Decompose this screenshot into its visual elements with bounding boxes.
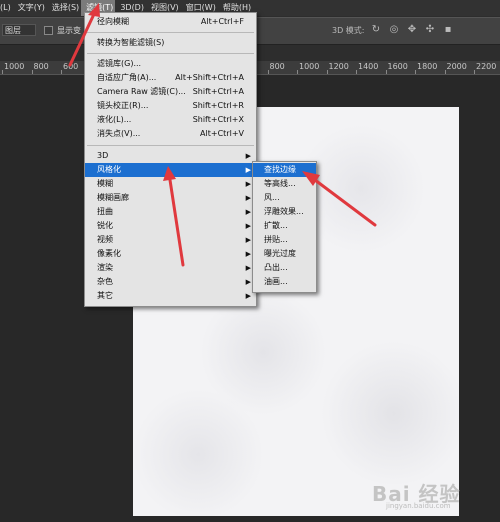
ruler-label: 1200 [328, 62, 349, 71]
menu-item-adaptive-wide-angle[interactable]: 自适应广角(A)... Alt+Shift+Ctrl+A [85, 71, 256, 85]
3d-mode-icons: ↻ ◎ ✥ ✣ ▪ [370, 23, 454, 36]
menu-item-blur[interactable]: 模糊 ▶ [85, 177, 256, 191]
menu-item-camera-raw[interactable]: Camera Raw 滤镜(C)... Shift+Ctrl+A [85, 85, 256, 99]
ruler-label: 800 [33, 62, 49, 71]
show-transform-checkbox[interactable] [44, 26, 53, 35]
submenu-item-diffuse[interactable]: 扩散... [253, 219, 316, 233]
ruler-label: 800 [269, 62, 285, 71]
menu-item-vanishing-point[interactable]: 消失点(V)... Alt+Ctrl+V [85, 127, 256, 141]
ruler-label: 1000 [299, 62, 320, 71]
3d-mode-label: 3D 模式: [332, 26, 365, 35]
filter-menu: 径向模糊 Alt+Ctrl+F 转换为智能滤镜(S) 滤镜库(G)... 自适应… [84, 12, 257, 307]
ruler-tick [31, 70, 33, 74]
menu-type[interactable]: 文字(Y) [13, 0, 47, 16]
menu-item-stylize[interactable]: 风格化 ▶ [85, 163, 256, 177]
scale-3d-icon[interactable]: ▪ [442, 23, 454, 36]
menu-item-distort[interactable]: 扭曲 ▶ [85, 205, 256, 219]
menu-item-pixelate[interactable]: 像素化 ▶ [85, 247, 256, 261]
watermark-url: jingyan.baidu.com [386, 502, 451, 510]
ruler-label: 2000 [446, 62, 467, 71]
submenu-item-extrude[interactable]: 凸出... [253, 261, 316, 275]
ruler-label: 600 [63, 62, 79, 71]
ruler-label: 1800 [417, 62, 438, 71]
stylize-submenu: 查找边缘 等高线... 风... 浮雕效果... 扩散... 拼贴... 曝光过… [252, 161, 317, 293]
ruler-tick [474, 70, 475, 74]
menu-separator [87, 145, 254, 146]
menu-item-3d[interactable]: 3D ▶ [85, 149, 256, 163]
ruler-tick [444, 70, 446, 74]
menu-item-video[interactable]: 视频 ▶ [85, 233, 256, 247]
menu-item-blur-gallery[interactable]: 模糊画廊 ▶ [85, 191, 256, 205]
menu-item-liquify[interactable]: 液化(L)... Shift+Ctrl+X [85, 113, 256, 127]
ruler-tick [326, 70, 328, 74]
ruler-label: 1400 [358, 62, 379, 71]
menu-separator [87, 53, 254, 54]
menu-separator [87, 32, 254, 33]
show-transform-label: 显示变 [57, 26, 81, 35]
roll-3d-icon[interactable]: ◎ [388, 23, 400, 36]
ruler-tick [2, 70, 3, 74]
submenu-item-emboss[interactable]: 浮雕效果... [253, 205, 316, 219]
menu-item-noise[interactable]: 杂色 ▶ [85, 275, 256, 289]
ruler-label: 1000 [4, 62, 25, 71]
submenu-item-tiles[interactable]: 拼贴... [253, 233, 316, 247]
menu-item-convert-smart-filter[interactable]: 转换为智能滤镜(S) [85, 36, 256, 50]
submenu-item-solarize[interactable]: 曝光过度 [253, 247, 316, 261]
menu-item-other[interactable]: 其它 ▶ [85, 289, 256, 303]
menu-item-lens-correction[interactable]: 镜头校正(R)... Shift+Ctrl+R [85, 99, 256, 113]
submenu-item-wind[interactable]: 风... [253, 191, 316, 205]
menu-select[interactable]: 选择(S) [47, 0, 81, 16]
slide-3d-icon[interactable]: ✣ [424, 23, 436, 36]
menu-item-render[interactable]: 渲染 ▶ [85, 261, 256, 275]
menu-layer[interactable]: (L) [0, 0, 13, 16]
ruler-tick [61, 70, 62, 74]
ruler-label: 2200 [476, 62, 497, 71]
ruler-label: 1600 [387, 62, 408, 71]
submenu-item-find-edges[interactable]: 查找边缘 [253, 163, 316, 177]
menu-item-filter-gallery[interactable]: 滤镜库(G)... [85, 57, 256, 71]
ruler-tick [385, 70, 387, 74]
submenu-item-contour[interactable]: 等高线... [253, 177, 316, 191]
pan-3d-icon[interactable]: ✥ [406, 23, 418, 36]
menu-item-sharpen[interactable]: 锐化 ▶ [85, 219, 256, 233]
ruler-tick [297, 70, 298, 74]
ruler-tick [267, 70, 269, 74]
rotate-3d-icon[interactable]: ↻ [370, 23, 382, 36]
ruler-tick [356, 70, 357, 74]
menu-item-radial-blur[interactable]: 径向模糊 Alt+Ctrl+F [85, 15, 256, 29]
ruler-tick [415, 70, 416, 74]
auto-select-dropdown[interactable]: 图层 [2, 24, 36, 36]
submenu-item-oil-paint[interactable]: 油画... [253, 275, 316, 289]
